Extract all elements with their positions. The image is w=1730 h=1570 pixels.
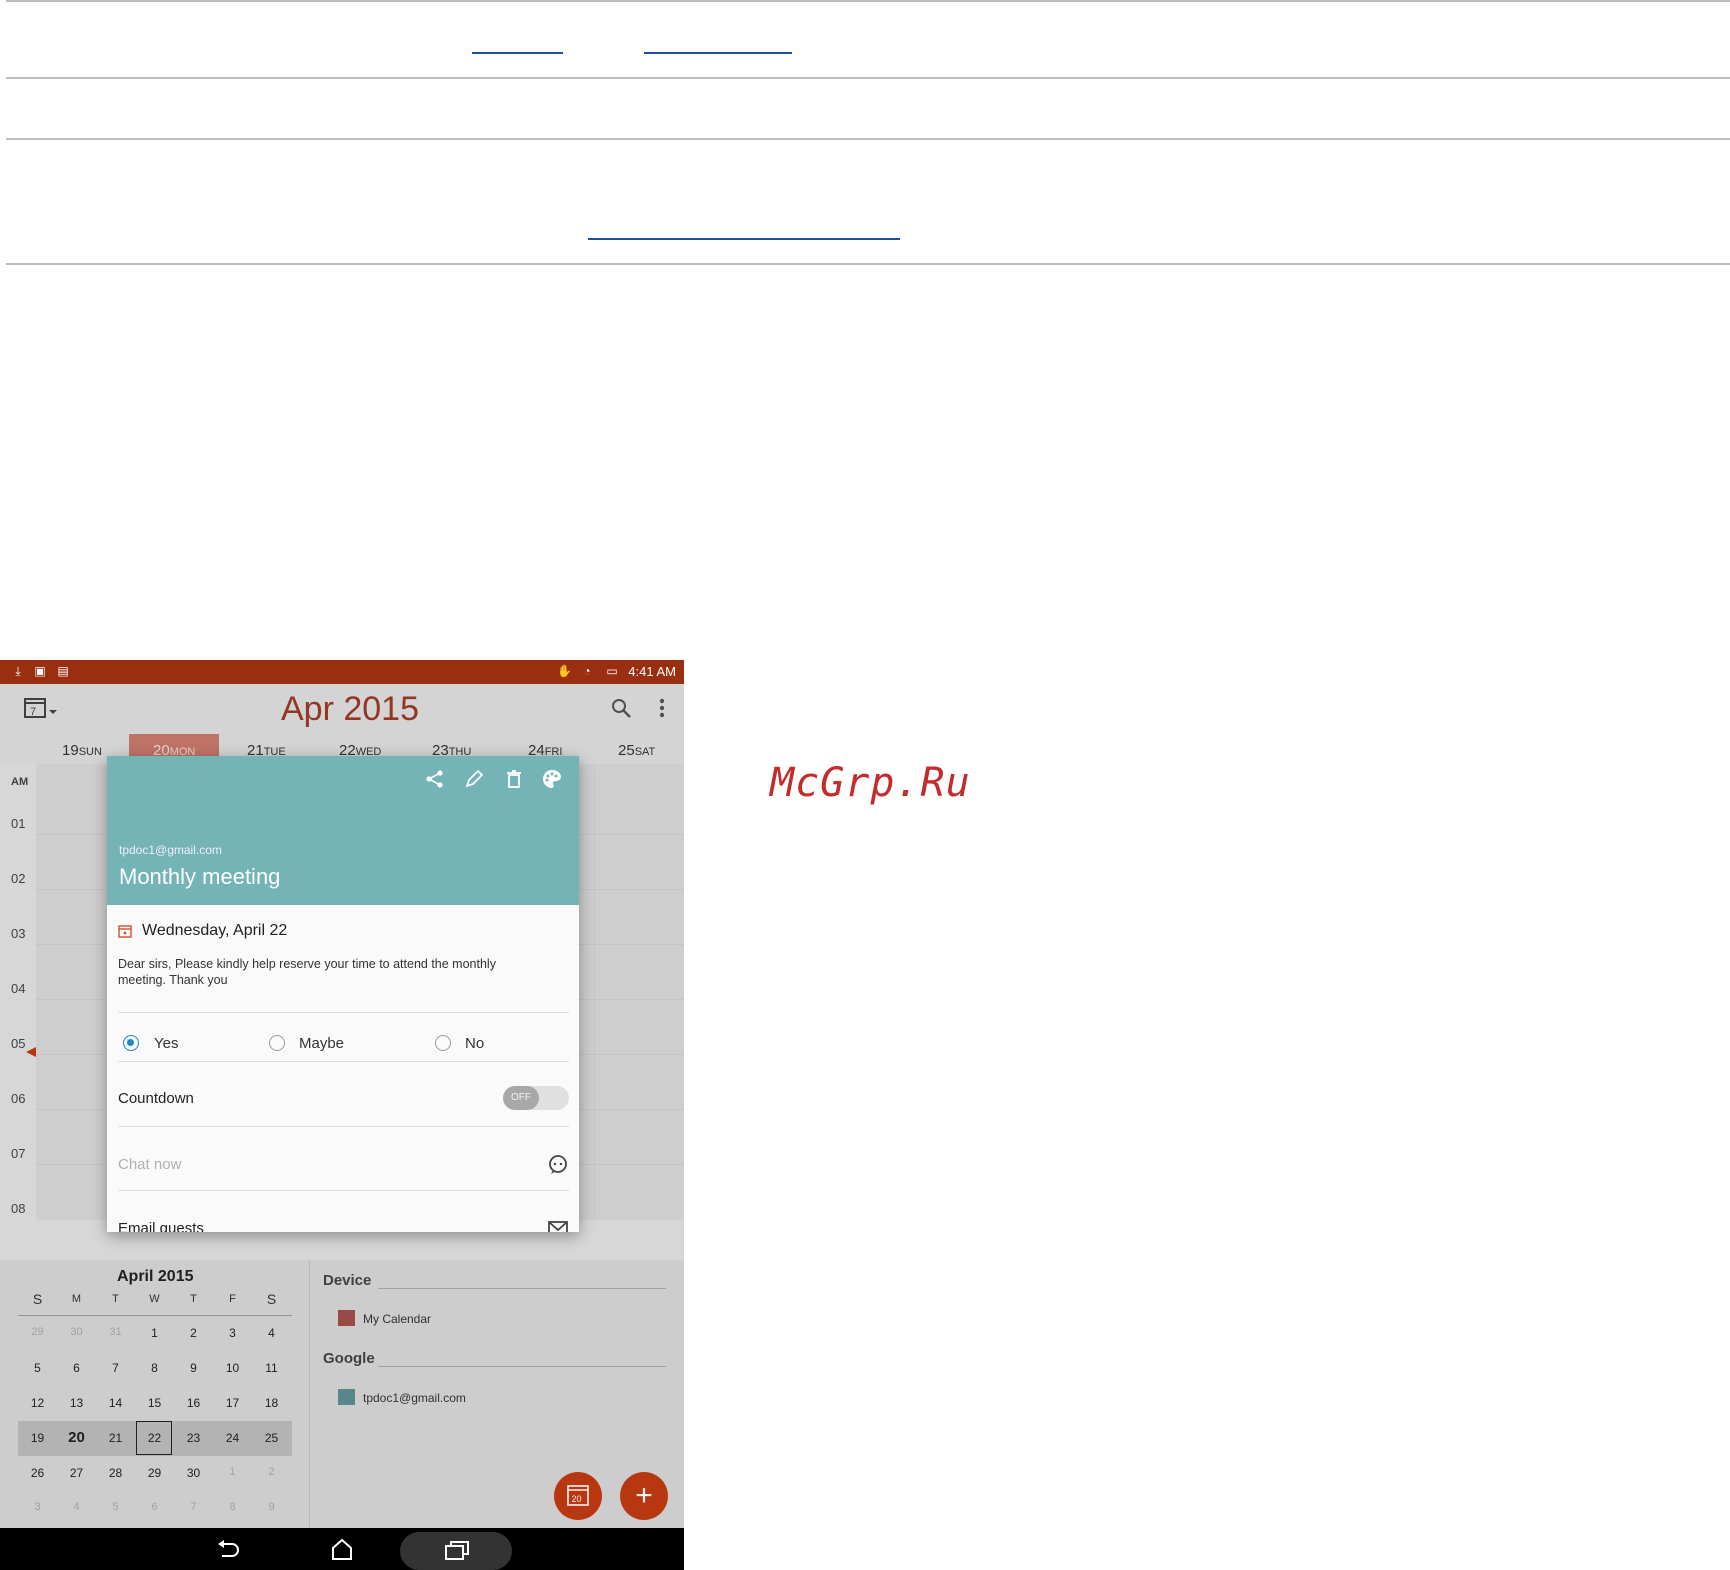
event-detail-popup: tpdoc1@gmail.com Monthly meeting Wednesd… (107, 756, 579, 1232)
event-popup-header: tpdoc1@gmail.com Monthly meeting (107, 756, 579, 905)
download-icon: ⤓ (15, 664, 21, 678)
status-bar: ⤓ ▣ ▤ ✋ ◔ ▭ 4:41 AM (0, 660, 684, 684)
rsvp-yes-radio[interactable] (123, 1035, 139, 1051)
rsvp-no-radio[interactable] (435, 1035, 451, 1051)
clipboard-icon: ▤ (57, 664, 69, 678)
divider (118, 1061, 569, 1062)
divider (118, 1012, 569, 1013)
event-account: tpdoc1@gmail.com (119, 843, 222, 857)
chat-icon[interactable] (547, 1154, 569, 1176)
event-description: Dear sirs, Please kindly help reserve yo… (118, 957, 496, 987)
document-link-3[interactable] (588, 238, 900, 240)
delete-icon[interactable] (503, 768, 525, 790)
recent-apps-icon[interactable] (443, 1538, 471, 1562)
palette-icon[interactable] (541, 768, 563, 790)
calendar-date-icon (118, 925, 132, 938)
document-rule-3 (6, 138, 1730, 140)
tablet-screenshot: ⤓ ▣ ▤ ✋ ◔ ▭ 4:41 AM 7 Apr 2015 19SUN 20M… (0, 660, 684, 1570)
email-guests-label[interactable]: Email guests (118, 1220, 204, 1232)
document-link-2[interactable] (644, 52, 792, 54)
rsvp-maybe-label[interactable]: Maybe (299, 1035, 344, 1052)
event-date: Wednesday, April 22 (142, 922, 288, 939)
document-link-1[interactable] (472, 52, 563, 54)
countdown-toggle[interactable]: OFF (503, 1086, 569, 1110)
rsvp-yes-label[interactable]: Yes (154, 1035, 178, 1052)
home-icon[interactable] (330, 1536, 354, 1562)
divider (118, 1190, 569, 1191)
document-rule-4 (6, 263, 1730, 265)
rsvp-maybe-radio[interactable] (269, 1035, 285, 1051)
chat-now-field[interactable]: Chat now (118, 1156, 181, 1173)
countdown-label: Countdown (118, 1090, 194, 1107)
wifi-icon: ◔ (583, 664, 591, 678)
back-icon[interactable] (216, 1538, 242, 1562)
watermark: McGrp.Ru (770, 760, 971, 806)
status-time: 4:41 AM (628, 664, 676, 679)
divider (118, 1126, 569, 1127)
email-icon[interactable] (547, 1218, 569, 1232)
touch-icon: ✋ (557, 664, 572, 678)
rsvp-no-label[interactable]: No (465, 1035, 484, 1052)
gallery-icon: ▣ (34, 664, 46, 678)
battery-icon: ▭ (606, 664, 618, 678)
toggle-knob: OFF (503, 1086, 539, 1110)
edit-icon[interactable] (463, 768, 485, 790)
share-icon[interactable] (424, 768, 446, 790)
document-rule-1 (6, 0, 1730, 2)
event-title: Monthly meeting (119, 864, 281, 889)
document-rule-2 (6, 77, 1730, 79)
